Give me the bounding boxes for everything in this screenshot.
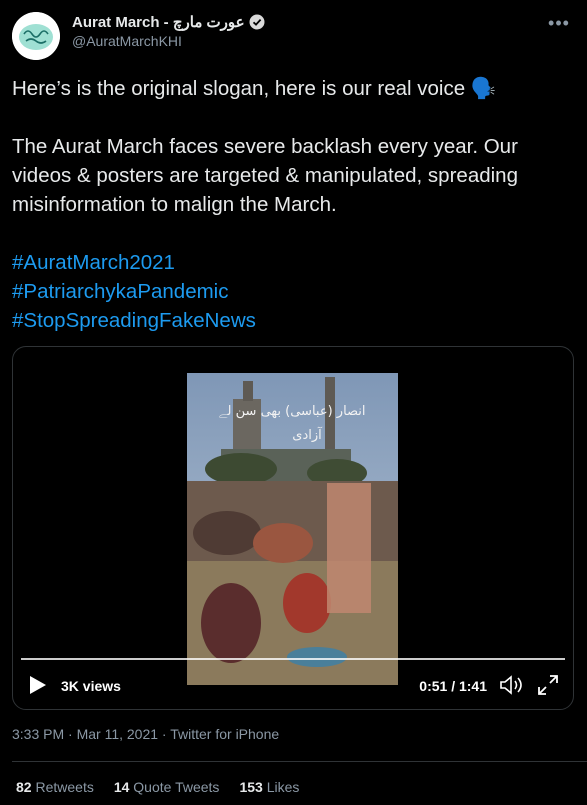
display-name[interactable]: Aurat March - عورت مارچ: [72, 13, 245, 31]
quote-tweets-stat[interactable]: 14 Quote Tweets: [114, 779, 220, 795]
quote-tweets-label: Quote Tweets: [133, 779, 220, 795]
volume-icon[interactable]: [499, 674, 523, 696]
video-frame[interactable]: ﺍﻧﺼﺎﺭ (ﻋﺒﺎﺳﯽ) ﺑﮭﯽ ﺳﻦ ﻟﮯ ﺁﺯﺍﺩﯼ: [187, 373, 398, 685]
video-player[interactable]: ﺍﻧﺼﺎﺭ (ﻋﺒﺎﺳﯽ) ﺑﮭﯽ ﺳﻦ ﻟﮯ ﺁﺯﺍﺩﯼ 3K views 0…: [12, 346, 574, 710]
tweet-header: Aurat March - عورت مارچ @AuratMarchKHI •…: [12, 8, 575, 60]
hashtag-link[interactable]: #AuratMarch2021: [12, 248, 572, 277]
tweet-timestamp[interactable]: 3:33 PM · Mar 11, 2021 · Twitter for iPh…: [12, 726, 279, 742]
likes-label: Likes: [266, 779, 300, 795]
tweet-line-1: Here’s is the original slogan, here is o…: [12, 77, 497, 100]
likes-count: 153: [239, 779, 263, 795]
tweet-paragraph-2: The Aurat March faces severe backlash ev…: [12, 135, 518, 216]
divider: [12, 761, 587, 762]
video-time: 0:51 / 1:41: [419, 678, 487, 694]
likes-stat[interactable]: 153 Likes: [239, 779, 299, 795]
engagement-stats: 82 Retweets 14 Quote Tweets 153 Likes: [16, 779, 319, 795]
retweets-count: 82: [16, 779, 32, 795]
quote-tweets-count: 14: [113, 779, 130, 795]
hashtag-link[interactable]: #PatriarchykaPandemic: [12, 277, 572, 306]
svg-text:ﺁﺯﺍﺩﯼ: ﺁﺯﺍﺩﯼ: [292, 426, 323, 443]
hashtag-link[interactable]: #StopSpreadingFakeNews: [12, 306, 572, 335]
view-count: 3K views: [61, 678, 121, 694]
retweets-label: Retweets: [35, 779, 94, 795]
more-options-icon[interactable]: •••: [547, 14, 571, 32]
retweets-stat[interactable]: 82 Retweets: [16, 779, 94, 795]
video-controls: 3K views 0:51 / 1:41: [13, 661, 573, 709]
avatar[interactable]: [12, 12, 60, 60]
handle[interactable]: @AuratMarchKHI: [72, 33, 182, 49]
svg-text:ﺍﻧﺼﺎﺭ (ﻋﺒﺎﺳﯽ) ﺑﮭﯽ ﺳﻦ ﻟﮯ: ﺍﻧﺼﺎﺭ (ﻋﺒﺎﺳﯽ) ﺑﮭﯽ ﺳﻦ ﻟﮯ: [218, 404, 365, 419]
play-icon[interactable]: [29, 675, 47, 695]
fullscreen-icon[interactable]: [537, 674, 559, 696]
verified-badge-icon: [249, 14, 265, 30]
tweet-text: Here’s is the original slogan, here is o…: [12, 74, 572, 335]
video-progress-bar[interactable]: [21, 658, 565, 660]
